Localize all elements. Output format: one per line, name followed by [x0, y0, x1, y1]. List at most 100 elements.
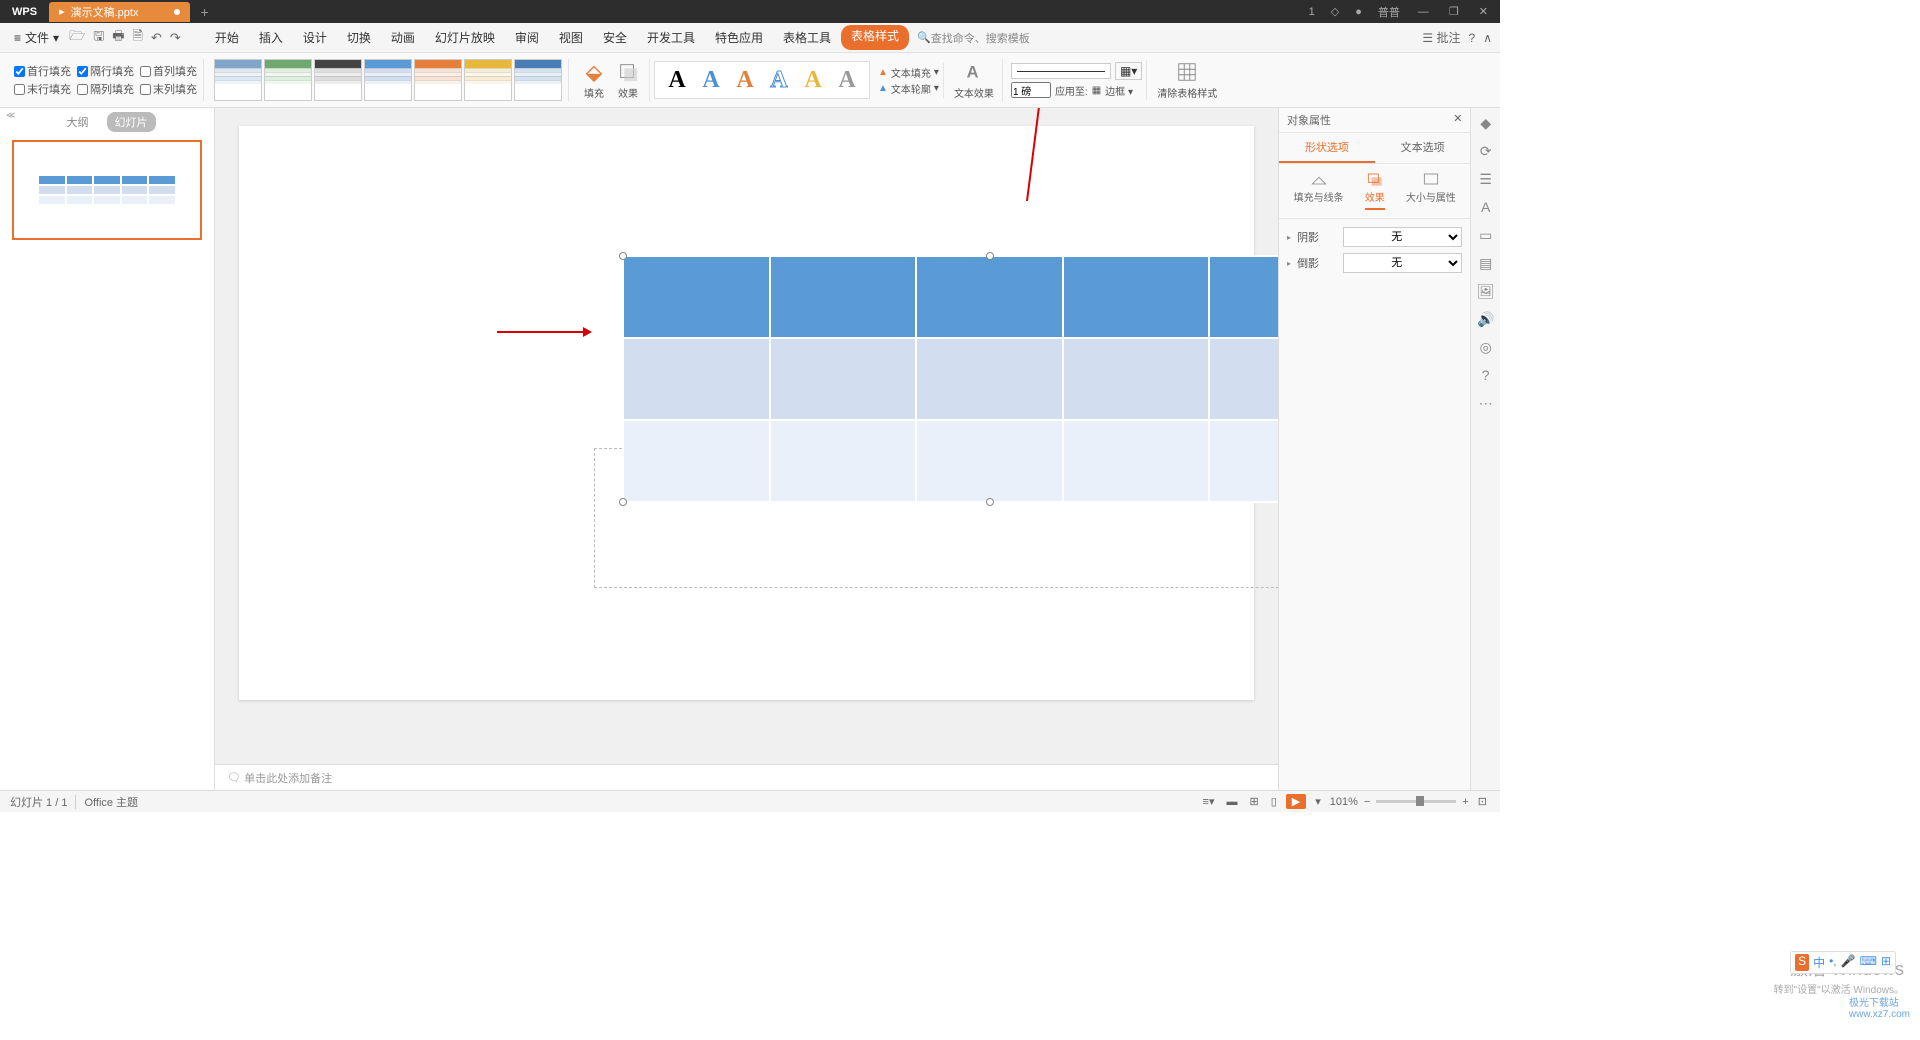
reflection-select[interactable]: 无 — [1343, 253, 1462, 273]
tab-table-style[interactable]: 表格样式 — [841, 25, 909, 50]
style-thumb[interactable] — [514, 59, 562, 101]
select-pane-icon[interactable]: ☰ — [1477, 170, 1495, 188]
text-options-tab[interactable]: 文本选项 — [1375, 133, 1471, 163]
new-tab-button[interactable]: + — [190, 4, 218, 20]
open-icon[interactable]: 🗁 — [65, 27, 89, 49]
minimize-button[interactable]: — — [1410, 6, 1437, 18]
file-menu[interactable]: ≡ 文件 ▾ — [8, 29, 65, 46]
wordart-gallery[interactable]: A A A A A A — [654, 61, 870, 99]
tab-insert[interactable]: 插入 — [249, 25, 293, 50]
zoom-level[interactable]: 101% — [1330, 796, 1358, 808]
border-weight-input[interactable] — [1011, 82, 1051, 98]
print-preview-icon[interactable]: 🗎 — [129, 27, 147, 49]
image-icon[interactable]: 🖼 — [1477, 282, 1495, 300]
command-search[interactable]: 🔍 查找命令、搜索模板 — [917, 30, 1030, 46]
slideshow-dropdown[interactable]: ▾ — [1312, 795, 1324, 808]
style-icon[interactable]: ◆ — [1477, 114, 1495, 132]
border-dropdown[interactable]: 边框 ▾ — [1105, 83, 1133, 98]
notification-badge[interactable]: 1 — [1303, 6, 1321, 18]
selection-handle[interactable] — [619, 498, 627, 506]
maximize-button[interactable]: ❐ — [1441, 5, 1467, 18]
tab-slideshow[interactable]: 幻灯片放映 — [425, 25, 505, 50]
tab-review[interactable]: 审阅 — [505, 25, 549, 50]
expand-icon[interactable]: ▸ — [1287, 233, 1291, 242]
check-banded-rows[interactable]: 隔行填充 — [77, 63, 134, 79]
zoom-in[interactable]: + — [1462, 796, 1468, 808]
comment-button[interactable]: ☰ 批注 — [1422, 29, 1460, 46]
effects-tab[interactable]: 效果 — [1365, 172, 1385, 210]
help-strip-icon[interactable]: ? — [1477, 366, 1495, 384]
style-thumb[interactable] — [264, 59, 312, 101]
table-style-gallery[interactable] — [208, 59, 569, 101]
check-banded-cols[interactable]: 隔列填充 — [77, 81, 134, 97]
style-thumb[interactable] — [464, 59, 512, 101]
ime-voice-icon[interactable]: 🎤 — [1841, 954, 1856, 971]
wordart-style[interactable]: A — [763, 62, 795, 98]
effects-button[interactable]: 效果 — [611, 59, 645, 102]
collapse-panel-icon[interactable]: ≪ — [0, 108, 21, 123]
slideshow-button[interactable]: ▶ — [1286, 794, 1306, 809]
style-thumb[interactable] — [364, 59, 412, 101]
slide-icon[interactable]: ▭ — [1477, 226, 1495, 244]
check-header-row[interactable]: 首行填充 — [14, 63, 71, 79]
print-icon[interactable]: 🖶 — [108, 27, 128, 49]
settings-icon[interactable]: ◎ — [1477, 338, 1495, 356]
cloud-icon[interactable]: ◇ — [1325, 5, 1345, 18]
tab-view[interactable]: 视图 — [549, 25, 593, 50]
redo-icon[interactable]: ↷ — [166, 30, 185, 46]
slides-tab[interactable]: 幻灯片 — [107, 112, 156, 132]
zoom-out[interactable]: − — [1364, 796, 1370, 808]
wordart-style[interactable]: A — [695, 62, 727, 98]
tab-table-tools[interactable]: 表格工具 — [773, 25, 841, 50]
text-fill-button[interactable]: ▲ 文本填充 ▾ — [878, 65, 939, 80]
close-panel-icon[interactable]: ✕ — [1453, 112, 1462, 128]
collapse-ribbon-icon[interactable]: ∧ — [1483, 31, 1492, 45]
selection-handle[interactable] — [986, 252, 994, 260]
help-icon[interactable]: ? — [1469, 31, 1476, 45]
wordart-style[interactable]: A — [729, 62, 761, 98]
outline-tab[interactable]: 大纲 — [59, 112, 97, 132]
save-icon[interactable]: 🖫 — [89, 27, 108, 49]
tab-design[interactable]: 设计 — [293, 25, 337, 50]
canvas-area[interactable] — [215, 108, 1278, 764]
fill-button[interactable]: 填充 — [577, 59, 611, 102]
selection-handle[interactable] — [986, 498, 994, 506]
expand-icon[interactable]: ▸ — [1287, 259, 1291, 268]
clear-table-style-button[interactable]: 清除表格样式 — [1151, 59, 1223, 102]
zoom-slider[interactable] — [1376, 800, 1456, 803]
slide-thumbnail[interactable] — [12, 140, 202, 240]
wordart-style[interactable]: A — [831, 62, 863, 98]
slide-canvas[interactable] — [239, 126, 1254, 700]
tab-developer[interactable]: 开发工具 — [637, 25, 705, 50]
layout-icon[interactable]: ▤ — [1477, 254, 1495, 272]
slide-table[interactable] — [622, 255, 1278, 503]
check-last-column[interactable]: 末列填充 — [140, 81, 197, 97]
sorter-view-icon[interactable]: ⊞ — [1246, 795, 1261, 808]
fill-line-tab[interactable]: 填充与线条 — [1294, 172, 1344, 210]
check-first-column[interactable]: 首列填充 — [140, 63, 197, 79]
size-props-tab[interactable]: 大小与属性 — [1406, 172, 1456, 210]
wordart-style[interactable]: A — [797, 62, 829, 98]
animation-pane-icon[interactable]: ⟳ — [1477, 142, 1495, 160]
close-button[interactable]: ✕ — [1471, 5, 1496, 18]
style-thumb[interactable] — [214, 59, 262, 101]
ime-settings-icon[interactable]: ⊞ — [1881, 954, 1891, 971]
document-tab[interactable]: ▸ 演示文稿.pptx — [49, 2, 190, 22]
border-style-picker[interactable] — [1011, 63, 1111, 79]
ime-punct[interactable]: •, — [1829, 954, 1837, 971]
style-thumb[interactable] — [414, 59, 462, 101]
selection-handle[interactable] — [619, 252, 627, 260]
shape-options-tab[interactable]: 形状选项 — [1279, 133, 1375, 163]
text-effects-button[interactable]: A 文本效果 — [948, 59, 1003, 102]
undo-icon[interactable]: ↶ — [147, 30, 166, 46]
user-name[interactable]: 普普 — [1372, 4, 1406, 20]
more-icon[interactable]: ⋯ — [1477, 394, 1495, 412]
tab-transition[interactable]: 切换 — [337, 25, 381, 50]
tab-animation[interactable]: 动画 — [381, 25, 425, 50]
text-outline-button[interactable]: ▲ 文本轮廓 ▾ — [878, 81, 939, 96]
wordart-style[interactable]: A — [661, 62, 693, 98]
apply-grid-icon[interactable]: ▦ — [1092, 85, 1101, 96]
ime-lang[interactable]: 中 — [1813, 954, 1825, 971]
media-icon[interactable]: 🔊 — [1477, 310, 1495, 328]
tab-featured[interactable]: 特色应用 — [705, 25, 773, 50]
